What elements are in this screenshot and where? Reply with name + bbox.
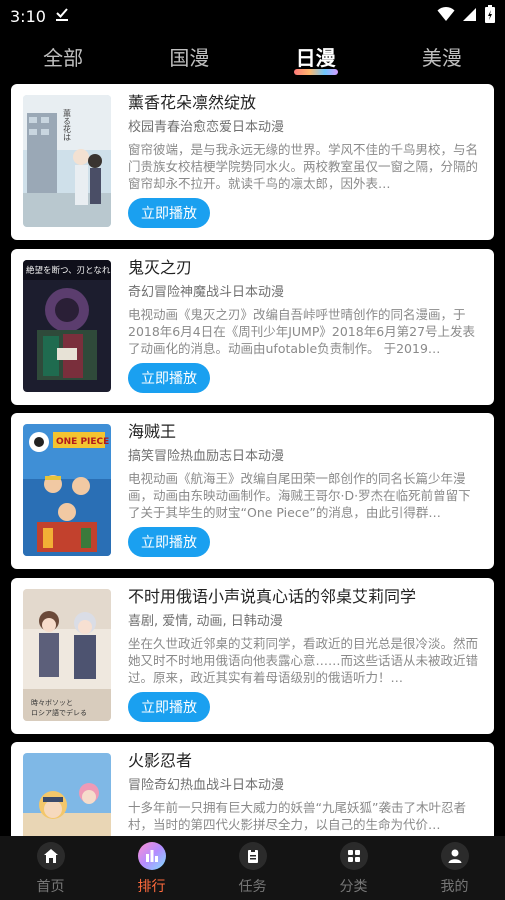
status-time: 3:10	[10, 6, 46, 26]
tab-label: 国漫	[169, 45, 210, 70]
card-info: 鬼灭之刃 奇幻冒险神魔战斗日本动漫 电视动画《鬼灭之刃》改编自吾峠呼世晴创作的同…	[128, 255, 480, 357]
nav-category[interactable]: 分类	[314, 836, 394, 896]
tab-american-anime[interactable]: 美漫	[422, 42, 462, 71]
card-info: 海贼王 搞笑冒险热血励志日本动漫 电视动画《航海王》改编自尾田荣一郎创作的同名长…	[128, 419, 480, 521]
card-info: 薰香花朵凛然绽放 校园青春治愈恋爱日本动漫 窗帘彼端，是与我永远无缘的世界。学风…	[128, 90, 480, 192]
anime-tags: 喜剧, 爱情, 动画, 日韩动漫	[128, 614, 283, 629]
anime-card[interactable]: ONE PIECE 海贼王 搞笑冒险热血励志日本动漫 电视动画《航海王》改编自尾…	[11, 413, 494, 569]
anime-card[interactable]: 薫る花は 薰香花朵凛然绽放 校园青春治愈恋爱日本动漫 窗帘彼端，是与我永远无缘的…	[11, 84, 494, 240]
anime-title[interactable]: 鬼灭之刃	[128, 255, 480, 281]
anime-description: 电视动画《鬼灭之刃》改编自吾峠呼世晴创作的同名漫画，于2018年6月4日在《周刊…	[128, 307, 476, 356]
anime-tags: 冒险奇幻热血战斗日本动漫	[128, 778, 285, 793]
profile-icon	[440, 842, 469, 870]
svg-text:ONE PIECE: ONE PIECE	[56, 437, 109, 447]
nav-ranking[interactable]: 排行	[112, 836, 192, 896]
tab-label: 美漫	[421, 45, 462, 70]
poster-image[interactable]	[23, 753, 111, 836]
svg-text:ロシア語でデレる: ロシア語でデレる	[31, 708, 87, 717]
task-icon	[238, 842, 267, 870]
svg-text:絶望を断つ、刃となれ: 絶望を断つ、刃となれ	[26, 265, 111, 276]
anime-card[interactable]: 火影忍者 冒险奇幻热血战斗日本动漫 十多年前一只拥有巨大威力的妖兽“九尾妖狐”袭…	[11, 742, 494, 836]
anime-title[interactable]: 火影忍者	[128, 748, 480, 774]
tab-all[interactable]: 全部	[43, 42, 83, 71]
download-done-icon	[54, 6, 70, 26]
anime-card[interactable]: 時々ボソッと ロシア語でデレる 不时用俄语小声说真心话的邻桌艾莉同学 喜剧, 爱…	[11, 578, 494, 734]
anime-description: 电视动画《航海王》改编自尾田荣一郎创作的同名长篇少年漫画，动画由东映动画制作。海…	[128, 471, 471, 520]
anime-description: 窗帘彼端，是与我永远无缘的世界。学风不佳的千鸟男校，与名门贵族女校桔梗学院势同水…	[128, 142, 479, 191]
status-bar: 3:10	[0, 0, 505, 32]
anime-tags: 校园青春治愈恋爱日本动漫	[128, 120, 285, 135]
svg-text:時々ボソッと: 時々ボソッと	[31, 699, 73, 707]
play-now-button[interactable]: 立即播放	[128, 363, 210, 393]
nav-label: 首页	[36, 879, 65, 895]
nav-profile[interactable]: 我的	[415, 836, 495, 896]
nav-label: 我的	[440, 879, 469, 895]
svg-text:薫る花は: 薫る花は	[63, 108, 72, 141]
tab-label: 全部	[43, 45, 84, 70]
poster-image[interactable]: 薫る花は	[23, 95, 111, 227]
tab-chinese-anime[interactable]: 国漫	[169, 42, 209, 71]
signal-icon	[463, 6, 477, 26]
bottom-nav: 首页 排行 任务 分类 我的	[0, 836, 505, 900]
card-info: 火影忍者 冒险奇幻热血战斗日本动漫 十多年前一只拥有巨大威力的妖兽“九尾妖狐”袭…	[128, 748, 480, 836]
nav-label: 分类	[339, 879, 368, 895]
nav-home[interactable]: 首页	[11, 836, 91, 896]
anime-card[interactable]: 絶望を断つ、刃となれ 鬼灭之刃 奇幻冒险神魔战斗日本动漫 电视动画《鬼灭之刃》改…	[11, 249, 494, 405]
tab-label: 日漫	[295, 45, 336, 70]
battery-icon	[485, 5, 495, 27]
play-now-button[interactable]: 立即播放	[128, 198, 210, 228]
anime-title[interactable]: 薰香花朵凛然绽放	[128, 90, 480, 116]
anime-title[interactable]: 不时用俄语小声说真心话的邻桌艾莉同学	[128, 584, 480, 610]
nav-label: 任务	[238, 879, 267, 895]
card-info: 不时用俄语小声说真心话的邻桌艾莉同学 喜剧, 爱情, 动画, 日韩动漫 坐在久世…	[128, 584, 480, 686]
anime-title[interactable]: 海贼王	[128, 419, 480, 445]
ranking-icon	[137, 842, 166, 870]
play-now-button[interactable]: 立即播放	[128, 692, 210, 722]
wifi-icon	[437, 6, 455, 26]
anime-description: 十多年前一只拥有巨大威力的妖兽“九尾妖狐”袭击了木叶忍者村，当时的第四代火影拼尽…	[128, 800, 466, 832]
anime-tags: 奇幻冒险神魔战斗日本动漫	[128, 285, 285, 300]
anime-list[interactable]: 薫る花は 薰香花朵凛然绽放 校园青春治愈恋爱日本动漫 窗帘彼端，是与我永远无缘的…	[0, 84, 505, 836]
anime-tags: 搞笑冒险热血励志日本动漫	[128, 449, 285, 464]
nav-label: 排行	[137, 879, 166, 895]
nav-tasks[interactable]: 任务	[213, 836, 293, 896]
poster-image[interactable]: 絶望を断つ、刃となれ	[23, 260, 111, 392]
poster-image[interactable]: ONE PIECE	[23, 424, 111, 556]
tab-japanese-anime[interactable]: 日漫	[293, 42, 338, 75]
play-now-button[interactable]: 立即播放	[128, 527, 210, 557]
home-icon	[36, 842, 65, 870]
anime-description: 坐在久世政近邻桌的艾莉同学，看政近的目光总是很冷淡。然而她又时不时地用俄语向他表…	[128, 636, 479, 685]
category-icon	[339, 842, 368, 870]
category-tabs: 全部 国漫 日漫 美漫	[0, 34, 505, 78]
poster-image[interactable]: 時々ボソッと ロシア語でデレる	[23, 589, 111, 721]
